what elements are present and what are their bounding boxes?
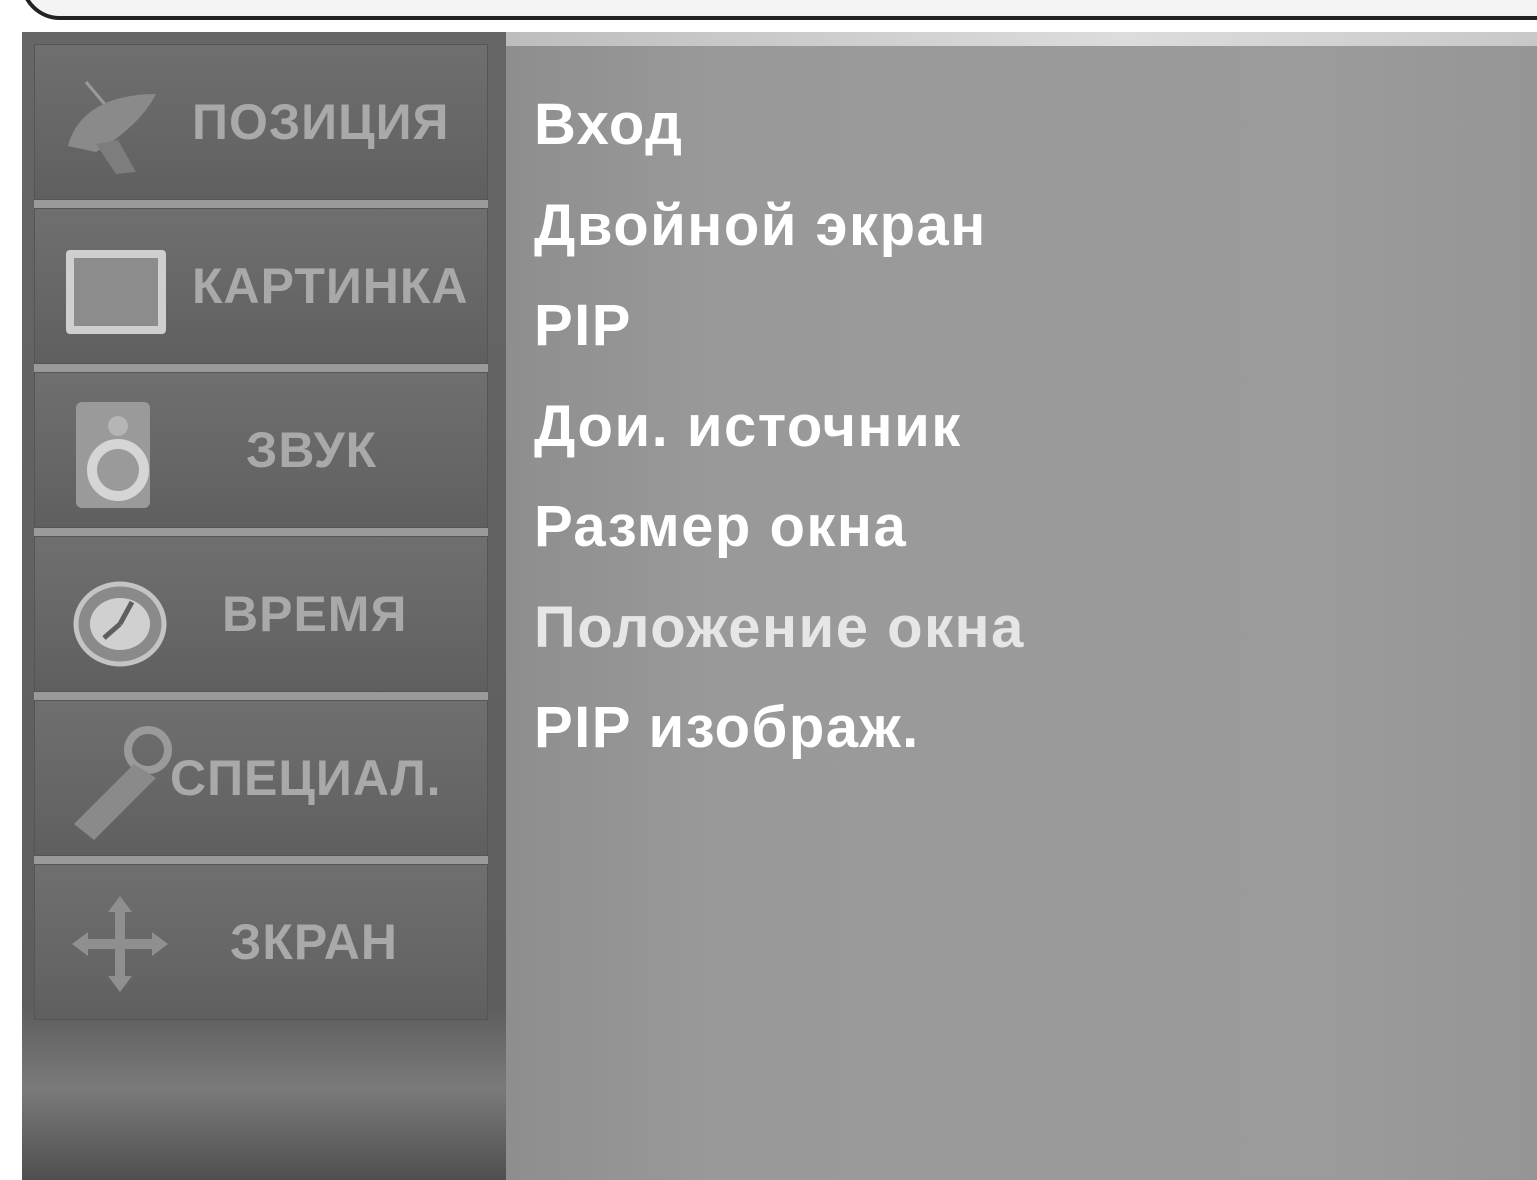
divider [34,364,488,372]
divider [34,856,488,864]
divider [34,692,488,700]
sidebar-item-label: ВРЕМЯ [222,586,408,642]
sidebar-item-picture[interactable]: КАРТИНКА [34,208,488,364]
key-tag-icon [64,720,174,847]
sidebar-item-screen[interactable]: ЗКРАН [34,864,488,1020]
menu-item-dual-screen[interactable]: Двойной экран [534,191,1025,292]
sidebar-item-position[interactable]: ПОЗИЦИЯ [34,44,488,200]
move-arrows-icon [68,892,172,1001]
submenu-list: Вход Двойной экран PIP Дои. источник Раз… [534,90,1025,794]
sidebar-item-special[interactable]: СПЕЦИАЛ. [34,700,488,856]
menu-item-sub-source[interactable]: Дои. источник [534,392,1025,493]
divider [34,200,488,208]
tv-osd-menu: ПОЗИЦИЯ КАРТИНКА ЗВУК ВРЕМЯ СПЕЦИАЛ. ЗКР… [22,32,1537,1180]
menu-item-pip[interactable]: PIP [534,291,1025,392]
divider [34,528,488,536]
sidebar-item-label: ЗВУК [246,422,378,478]
sidebar-item-time[interactable]: ВРЕМЯ [34,536,488,692]
sidebar-item-label: КАРТИНКА [192,258,469,314]
sidebar-item-sound[interactable]: ЗВУК [34,372,488,528]
sidebar-item-label: СПЕЦИАЛ. [170,750,442,806]
clock-icon [68,572,178,677]
sidebar-item-label: ПОЗИЦИЯ [192,94,450,150]
menu-item-input[interactable]: Вход [534,90,1025,191]
satellite-dish-icon [56,74,166,189]
picture-frame-icon [62,246,170,343]
osd-top-frame [0,0,1537,22]
menu-item-window-position[interactable]: Положение окна [534,593,1025,694]
submenu-panel: Вход Двойной экран PIP Дои. источник Раз… [506,32,1537,1180]
category-sidebar: ПОЗИЦИЯ КАРТИНКА ЗВУК ВРЕМЯ СПЕЦИАЛ. ЗКР… [22,32,506,1180]
speaker-icon [68,398,158,518]
menu-item-window-size[interactable]: Размер окна [534,492,1025,593]
sidebar-item-label: ЗКРАН [230,914,399,970]
menu-item-pip-picture[interactable]: PIP изображ. [534,693,1025,794]
